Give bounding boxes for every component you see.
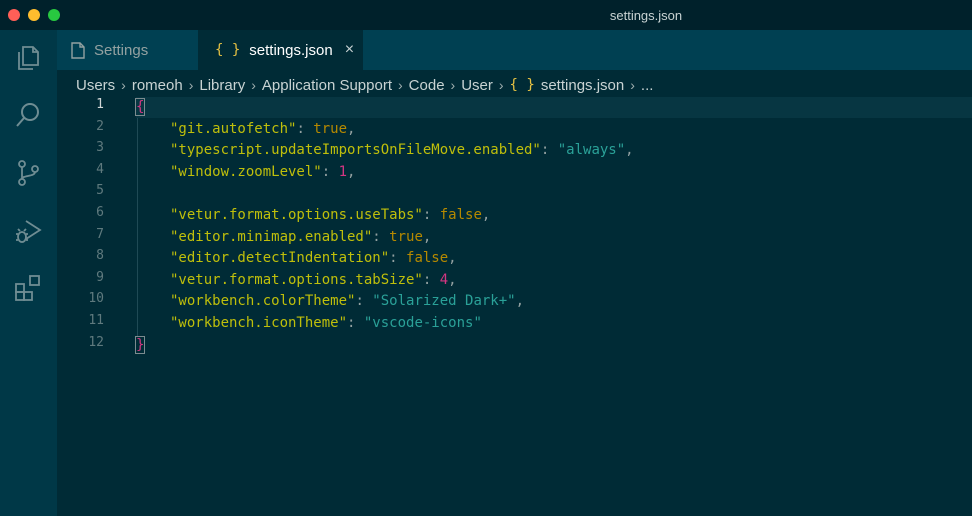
tab-bar: Settings { } settings.json × [57,30,972,70]
activity-bar [0,30,57,516]
setting-key: "window.zoomLevel" [170,163,322,180]
tab-label: settings.json [249,41,333,59]
code-line: "workbench.colorTheme": "Solarized Dark+… [170,293,525,310]
setting-value: 4 [439,271,449,288]
line-number: 2 [96,118,104,134]
line-number: 11 [88,313,104,328]
explorer-icon[interactable] [12,42,44,74]
breadcrumb-item[interactable]: ... [641,77,654,94]
comma: , [448,271,457,288]
run-debug-icon[interactable] [12,215,44,247]
setting-value: "Solarized Dark+" [372,293,516,310]
comma: , [515,293,525,310]
setting-key: "vetur.format.options.tabSize" [170,271,423,288]
indent-guide [137,118,138,336]
chevron-right-icon: › [450,77,456,93]
search-icon[interactable] [12,99,44,131]
line-number: 8 [96,248,104,264]
setting-key: "typescript.updateImportsOnFileMove.enab… [170,142,541,159]
line-number: 6 [96,205,104,220]
chevron-right-icon: › [251,77,256,93]
code-line: "workbench.iconTheme": "vscode-icons" [170,315,482,331]
line-number: 4 [96,161,104,177]
code-line: "vetur.format.options.tabSize": 4, [170,271,457,288]
title-bar: settings.json [0,0,972,30]
chevron-right-icon: › [121,77,126,93]
setting-value: true [389,228,423,245]
code-line: "vetur.format.options.useTabs": false, [170,207,491,223]
setting-value: false [439,207,482,223]
line-number: 12 [88,334,104,350]
extensions-icon[interactable] [12,272,44,304]
tab-settings[interactable]: Settings [57,30,197,70]
code-line: } [134,335,146,356]
breadcrumb-item[interactable]: Application Support [262,77,392,94]
comma: , [347,120,356,137]
close-brace: } [134,335,146,354]
breadcrumb-item[interactable]: settings.json [541,77,624,94]
setting-value: "always" [557,142,626,159]
chevron-right-icon: › [498,77,504,93]
comma: , [422,228,432,245]
setting-value: 1 [338,163,348,180]
file-icon [71,41,85,59]
breadcrumb-item[interactable]: romeoh [132,77,183,94]
close-tab-icon[interactable]: × [345,41,354,59]
code-line: "window.zoomLevel": 1, [170,163,356,180]
source-control-icon[interactable] [12,157,44,189]
line-number: 9 [96,269,104,285]
line-number: 7 [96,226,104,242]
chevron-right-icon: › [630,77,635,93]
open-brace: { [134,98,146,116]
tab-label: Settings [94,41,149,59]
json-file-icon: { } [509,77,535,93]
setting-key: "workbench.iconTheme" [170,315,348,331]
tab-settings-json[interactable]: { } settings.json × [198,30,363,70]
current-line-highlight [136,97,972,118]
line-number-gutter: 1 2 3 4 5 6 7 8 9 10 11 12 [57,97,136,516]
setting-key: "editor.detectIndentation" [170,250,390,267]
chevron-right-icon: › [398,77,403,93]
line-number: 5 [96,183,104,199]
chevron-right-icon: › [188,77,194,93]
setting-value: true [313,120,348,137]
comma: , [448,250,457,267]
code-line: { [134,97,146,118]
breadcrumb-item[interactable]: Users [76,77,115,94]
line-number: 3 [96,140,104,156]
window-title: settings.json [609,8,683,23]
breadcrumb-item[interactable]: Library [199,77,245,94]
code-line: "editor.detectIndentation": false, [170,250,457,267]
comma: , [481,207,491,223]
setting-key: "git.autofetch" [170,120,297,137]
line-number: 1 [96,97,104,112]
breadcrumb: Users › romeoh › Library › Application S… [76,74,653,96]
setting-key: "editor.minimap.enabled" [170,228,373,245]
breadcrumb-item[interactable]: Code [409,77,445,94]
code-line: "typescript.updateImportsOnFileMove.enab… [170,142,634,159]
setting-value: "vscode-icons" [363,315,482,331]
code-line: "editor.minimap.enabled": true, [170,228,432,245]
json-file-icon: { } [215,42,241,58]
line-number: 10 [88,291,104,307]
setting-key: "workbench.colorTheme" [170,293,356,310]
comma: , [625,142,634,159]
code-line: "git.autofetch": true, [170,120,356,137]
setting-key: "vetur.format.options.useTabs" [170,207,423,223]
comma: , [347,163,356,180]
setting-value: false [406,250,449,267]
breadcrumb-item[interactable]: User [461,77,493,94]
